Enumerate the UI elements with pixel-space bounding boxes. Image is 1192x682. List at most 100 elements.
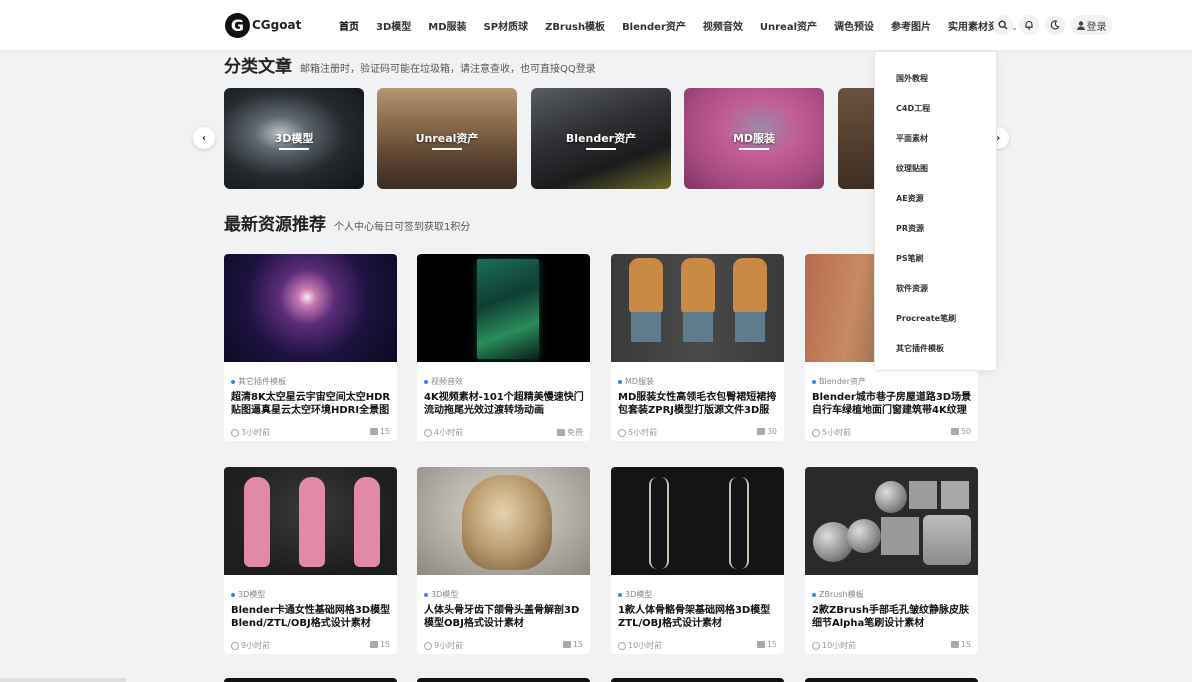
points-icon [369,641,378,648]
main-nav: 首页 3D模型 MD服装 SP材质球 ZBrush模板 Blender资产 视频… [339,0,1035,50]
card-title[interactable]: Blender城市巷子房屋道路3D场景自行车绿植地面门窗建筑带4K纹理 [812,391,973,417]
card-category[interactable]: 3D模型 [424,589,458,600]
categories-heading: 分类文章 邮箱注册时，验证码可能在垃圾箱，请注意查收，也可直接QQ登录 [224,52,596,77]
card-category[interactable]: 视频音效 [424,376,463,387]
practical-assets-dropdown: 国外教程 C4D工程 平面素材 纹理贴图 AE资源 PR资源 PS笔刷 软件资源… [874,51,997,371]
category-dot-icon [424,379,428,384]
nav-sp-materials[interactable]: SP材质球 [484,18,529,33]
points-icon [950,428,959,435]
tile-3 [881,517,919,555]
category-dot-icon [231,592,235,597]
nav-zbrush[interactable]: ZBrush模板 [545,18,605,33]
resource-card[interactable]: 其它插件模板 超清8K太空星云宇宙空间太空HDR贴图逼真星云太空环境HDRI全景… [224,254,397,441]
nav-3d-models[interactable]: 3D模型 [376,18,411,33]
category-card-md-clothing[interactable]: MD服装 [684,88,824,189]
latest-heading: 最新资源推荐 个人中心每日可签到获取1积分 [224,210,470,235]
dropdown-item-textures[interactable]: 纹理贴图 [896,163,928,174]
sphere-2 [813,522,853,562]
site-logo[interactable]: G CGgoat [225,12,301,38]
nav-video-audio[interactable]: 视频音效 [703,18,743,33]
category-dot-icon [424,592,428,597]
card-category[interactable]: 3D模型 [231,589,265,600]
resource-card[interactable]: ZBrush模板 2款ZBrush手部毛孔皱纹静脉皮肤细节Alpha笔刷设计素材… [805,467,978,654]
card-title[interactable]: 超清8K太空星云宇宙空间太空HDR贴图逼真星云太空环境HDRI全景图 [231,391,392,417]
category-dot-icon [812,379,816,384]
resource-card[interactable]: 3D模型 人体头骨牙齿下颌骨头盖骨解剖3D模型OBJ格式设计素材 9小时前 15 [417,467,590,654]
card-category-label: Blender资产 [819,377,866,386]
category-card-partial[interactable] [838,88,874,189]
category-card-3d-models[interactable]: 3D模型 [224,88,364,189]
category-label: Unreal资产 [415,132,479,145]
card-thumbnail [417,467,590,575]
resource-card[interactable]: 视频音效 4K视频素材-101个超精美慢速快门流动拖尾光效过渡转场动画 4小时前… [417,254,590,441]
card-title[interactable]: Blender卡通女性基础网格3D模型Blend/ZTL/OBJ格式设计素材 [231,604,392,630]
points-icon [562,641,571,648]
figure-3-skirt [735,312,765,342]
resource-card-partial[interactable] [224,678,397,682]
clock-icon [424,428,432,437]
nav-blender[interactable]: Blender资产 [622,18,686,33]
figure-2 [299,477,325,567]
dropdown-item-pr-resources[interactable]: PR资源 [896,223,924,234]
card-points-label: 15 [379,640,390,649]
dropdown-item-ae-resources[interactable]: AE资源 [896,193,924,204]
login-label: 登录 [1086,21,1107,33]
card-points: 15 [562,640,583,649]
card-category-label: 视频音效 [431,377,463,386]
card-time: 9小时前 [424,640,463,651]
figure-2 [681,258,715,313]
card-points: 15 [950,640,971,649]
clock-icon [812,428,820,437]
card-category-label: 3D模型 [431,590,459,599]
bell-icon [1025,21,1033,30]
card-category-label: MD服装 [625,377,655,386]
nav-unreal[interactable]: Unreal资产 [760,18,817,33]
card-time-label: 9小时前 [241,641,271,650]
latest-subtitle: 个人中心每日可签到获取1积分 [334,222,471,233]
dropdown-item-c4d-projects[interactable]: C4D工程 [896,103,930,114]
card-points: 15 [369,640,390,649]
nav-color-presets[interactable]: 调色预设 [834,18,874,33]
dropdown-item-foreign-tutorials[interactable]: 国外教程 [896,73,928,84]
nav-home[interactable]: 首页 [339,18,359,33]
resource-card-partial[interactable] [417,678,590,682]
search-button[interactable] [993,15,1013,35]
theme-toggle-button[interactable] [1045,15,1065,35]
card-title[interactable]: MD服装女性高领毛衣包臀裙短裙挎包套装ZPRJ模型打版源文件3D服装 [618,391,779,417]
card-title[interactable]: 人体头骨牙齿下颌骨头盖骨解剖3D模型OBJ格式设计素材 [424,604,585,630]
carousel-prev-button[interactable]: ‹ [193,127,215,149]
dropdown-item-procreate-brushes[interactable]: Procreate笔刷 [896,313,956,324]
resource-card-partial[interactable] [611,678,784,682]
dropdown-item-ps-brushes[interactable]: PS笔刷 [896,253,924,264]
resource-card[interactable]: 3D模型 Blender卡通女性基础网格3D模型Blend/ZTL/OBJ格式设… [224,467,397,654]
dropdown-item-software[interactable]: 软件资源 [896,283,928,294]
card-points: 30 [756,427,777,436]
resource-card-partial[interactable] [805,678,978,682]
category-card-unreal[interactable]: Unreal资产 [377,88,517,189]
card-time-label: 5小时前 [822,428,852,437]
skeleton-1 [649,477,669,569]
card-points-label: 15 [379,427,390,436]
card-category[interactable]: MD服装 [618,376,654,387]
resource-card[interactable]: MD服装 MD服装女性高领毛衣包臀裙短裙挎包套装ZPRJ模型打版源文件3D服装 … [611,254,784,441]
dropdown-item-other-plugins[interactable]: 其它插件模板 [896,343,944,354]
card-category[interactable]: 3D模型 [618,589,652,600]
card-points: 50 [950,427,971,436]
nav-reference-images[interactable]: 参考图片 [891,18,931,33]
nav-md-clothing[interactable]: MD服装 [428,18,466,33]
categories-subtitle: 邮箱注册时，验证码可能在垃圾箱，请注意查收，也可直接QQ登录 [300,64,596,75]
figure-2-skirt [683,312,713,342]
category-card-blender[interactable]: Blender资产 [531,88,671,189]
points-icon [756,641,765,648]
card-category[interactable]: 其它插件模板 [231,376,286,387]
notification-button[interactable] [1019,15,1039,35]
card-title[interactable]: 1款人体骨骼骨架基础网格3D模型ZTL/OBJ格式设计素材 [618,604,779,630]
card-category[interactable]: ZBrush模板 [812,589,864,600]
dropdown-item-graphic-assets[interactable]: 平面素材 [896,133,928,144]
card-title[interactable]: 2款ZBrush手部毛孔皱纹静脉皮肤细节Alpha笔刷设计素材 [812,604,973,630]
card-category-label: 3D模型 [238,590,266,599]
card-title[interactable]: 4K视频素材-101个超精美慢速快门流动拖尾光效过渡转场动画 [424,391,585,417]
resource-card[interactable]: 3D模型 1款人体骨骼骨架基础网格3D模型ZTL/OBJ格式设计素材 10小时前… [611,467,784,654]
card-category[interactable]: Blender资产 [812,376,866,387]
login-button[interactable]: 登录 [1071,15,1112,35]
